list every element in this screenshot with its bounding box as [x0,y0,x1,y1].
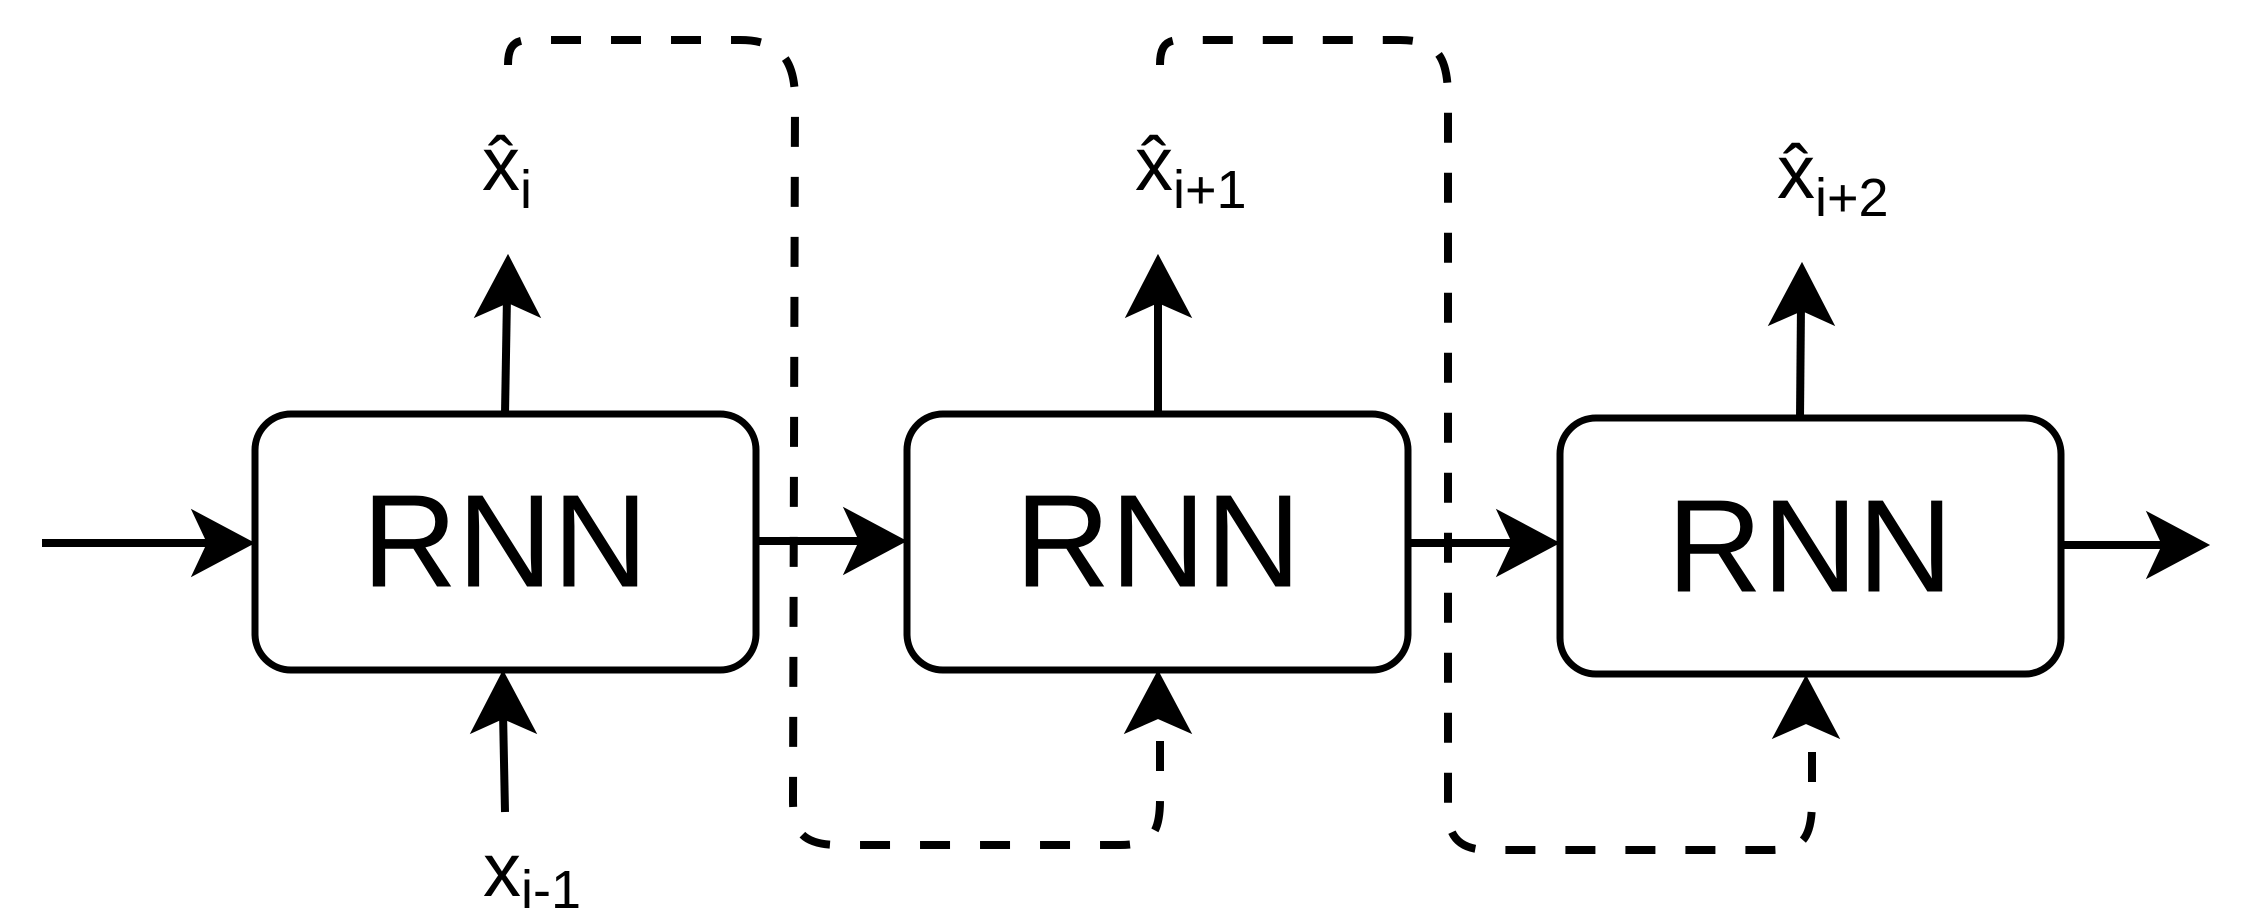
rnn-cell-label: RNN [362,468,648,615]
rnn-unrolled-diagram: RNN RNN RNN x̂i x̂i+1 x̂i+2 xi-1 [42,36,2211,920]
input-label: xi-1 [483,828,581,920]
rnn-cell-1: RNN [251,410,760,674]
feedback-arrowhead-2 [1123,669,1193,735]
output-label-2: x̂i+1 [1135,122,1247,220]
rnn-cell-3: RNN [1556,414,2065,678]
rnn-cell-2: RNN [903,410,1412,674]
output-label-1: x̂i [482,122,532,220]
input-line-1 [499,711,509,813]
output-line-1 [501,295,511,415]
output-line-3 [1796,303,1805,419]
rnn-cell-label: RNN [1667,473,1953,620]
rnn-cell-label: RNN [1015,468,1301,615]
feedback-arrowhead-3 [1771,674,1841,740]
output-label-3: x̂i+2 [1777,130,1889,228]
